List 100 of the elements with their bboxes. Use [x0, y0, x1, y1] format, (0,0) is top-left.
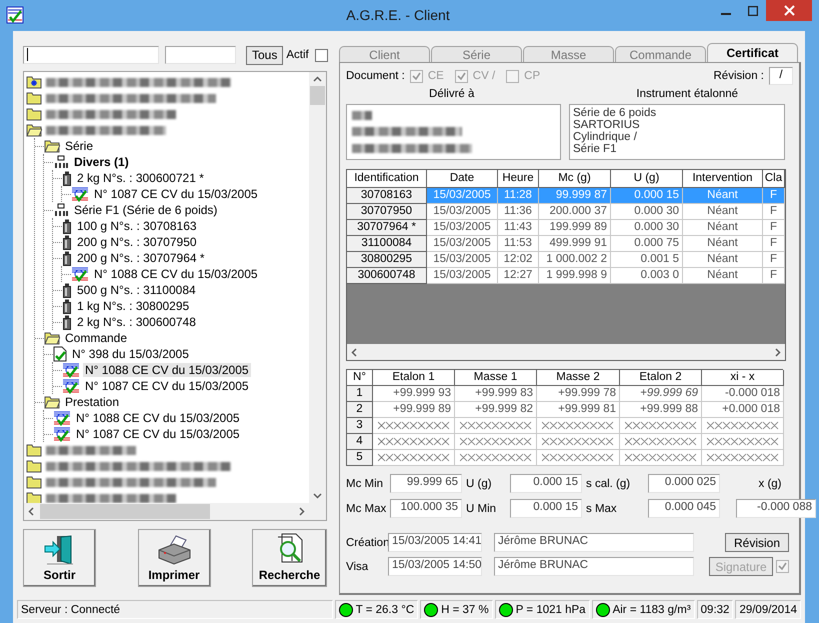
close-icon[interactable] — [784, 5, 794, 16]
table-cell[interactable]: 200.000 37 — [539, 204, 611, 220]
column-header[interactable]: Intervention — [683, 170, 763, 188]
mc-min-field[interactable]: 99.999 65 — [390, 474, 462, 493]
table-cell[interactable]: Néant — [683, 220, 763, 236]
column-header[interactable]: Cla — [763, 170, 785, 188]
table-cell[interactable]: 15/03/2005 — [427, 268, 498, 284]
table-cell[interactable]: 30707950 — [347, 204, 427, 220]
tree-item[interactable]: 200 g N°s. : 30707950 — [75, 235, 199, 249]
u-min-field[interactable]: 0.000 15 — [510, 499, 582, 518]
table-cell[interactable]: 15/03/2005 — [427, 236, 498, 252]
instrument-box[interactable]: Série de 6 poids SARTORIUS Cylindrique / Série F1 — [569, 104, 785, 160]
toolbar-button[interactable]: Recherche — [252, 529, 327, 587]
document-checkbox[interactable] — [454, 70, 468, 82]
tree-item[interactable]: N° 1087 CE CV du 15/03/2005 — [92, 187, 260, 201]
table-cell[interactable]: 12:27 — [498, 268, 539, 284]
table-cell[interactable]: 0.001 5 — [611, 252, 683, 268]
table-cell[interactable]: 15/03/2005 — [427, 220, 498, 236]
table-cell[interactable]: 30708163 — [347, 188, 427, 204]
table-cell[interactable]: F — [763, 252, 785, 268]
revision-button[interactable]: Révision — [725, 533, 789, 552]
tree-item[interactable]: 100 g N°s. : 30708163 — [75, 219, 199, 233]
search-field[interactable] — [23, 46, 159, 64]
tree-item[interactable]: N° 1087 CE CV du 15/03/2005 — [83, 379, 251, 393]
table-cell[interactable]: 11:36 — [498, 204, 539, 220]
table-cell[interactable]: 1 999.998 9 — [539, 268, 611, 284]
table-cell[interactable]: 0.000 75 — [611, 236, 683, 252]
table-cell[interactable]: 11:53 — [498, 236, 539, 252]
table-cell[interactable]: F — [763, 268, 785, 284]
table-cell[interactable]: 31100084 — [347, 236, 427, 252]
code-field[interactable] — [165, 46, 236, 64]
table-cell[interactable]: Néant — [683, 268, 763, 284]
tree-item[interactable]: N° 1088 CE CV du 15/03/2005 — [83, 363, 251, 377]
table-cell[interactable]: Néant — [683, 236, 763, 252]
tab[interactable]: Client — [339, 46, 430, 62]
tree-item[interactable]: 500 g N°s. : 31100084 — [75, 283, 198, 297]
table-cell[interactable]: 15/03/2005 — [427, 204, 498, 220]
scroll-down-icon[interactable] — [313, 491, 322, 500]
close-button[interactable] — [766, 0, 812, 21]
document-checkbox[interactable] — [506, 70, 520, 82]
tree-item[interactable]: Série F1 (Série de 6 poids) — [72, 203, 220, 217]
active-checkbox[interactable] — [314, 48, 328, 62]
tree-item[interactable]: N° 1087 CE CV du 15/03/2005 — [74, 427, 242, 441]
tree-item[interactable]: N° 398 du 15/03/2005 — [70, 347, 191, 361]
scroll-up-icon[interactable] — [313, 75, 322, 84]
column-header[interactable]: Identification — [347, 170, 427, 188]
column-header[interactable]: Heure — [498, 170, 539, 188]
tree-item[interactable]: Commande — [63, 331, 130, 345]
scrollbar-thumb[interactable] — [40, 504, 210, 519]
tree-item[interactable]: 200 g N°s. : 30707964 * — [75, 251, 207, 265]
s-cal-field[interactable]: 0.000 025 — [648, 474, 720, 493]
name-field[interactable]: Jérôme BRUNAC — [494, 533, 694, 552]
column-header[interactable]: U (g) — [611, 170, 683, 188]
tab[interactable]: Certificat — [707, 43, 798, 62]
tree-item[interactable]: Prestation — [63, 395, 122, 409]
tree-item[interactable]: Divers (1) — [72, 155, 131, 169]
scroll-right-icon[interactable] — [297, 507, 306, 516]
signed-checkbox[interactable] — [776, 560, 789, 573]
table-cell[interactable]: 30707964 * — [347, 220, 427, 236]
table-cell[interactable]: Néant — [683, 204, 763, 220]
revision-field[interactable]: / — [769, 67, 793, 85]
table-cell[interactable]: 12:02 — [498, 252, 539, 268]
tree-item[interactable]: 1 kg N°s. : 30800295 — [75, 299, 192, 313]
tree-item[interactable]: 2 kg N°s. : 300600748 — [75, 315, 198, 329]
scroll-left-icon[interactable] — [350, 348, 359, 356]
toolbar-button[interactable]: Imprimer — [138, 529, 210, 587]
x-field[interactable]: -0.000 088 — [736, 499, 816, 518]
table-cell[interactable]: 300600748 — [347, 268, 427, 284]
mc-max-field[interactable]: 100.000 35 — [390, 499, 462, 518]
tab[interactable]: Commande — [615, 46, 706, 62]
column-header[interactable]: Mc (g) — [539, 170, 611, 188]
vertical-scrollbar[interactable] — [309, 72, 326, 503]
table-cell[interactable]: Néant — [683, 252, 763, 268]
horizontal-scrollbar[interactable] — [24, 503, 309, 520]
table-cell[interactable]: F — [763, 220, 785, 236]
date-field[interactable]: 15/03/2005 14:50 — [388, 557, 482, 576]
document-checkbox[interactable] — [410, 70, 423, 82]
tab[interactable]: Masse — [523, 46, 614, 62]
scrollbar-thumb[interactable] — [310, 86, 325, 105]
date-field[interactable]: 15/03/2005 14:41 — [388, 533, 482, 552]
toolbar-button[interactable]: Sortir — [23, 529, 96, 587]
delivered-to-box[interactable] — [346, 104, 561, 160]
horizontal-scrollbar[interactable] — [347, 344, 785, 360]
table-cell[interactable]: 199.999 89 — [539, 220, 611, 236]
table-cell[interactable]: F — [763, 236, 785, 252]
table-cell[interactable]: 499.999 91 — [539, 236, 611, 252]
table-cell[interactable]: 1 000.002 2 — [539, 252, 611, 268]
table-cell[interactable]: F — [763, 204, 785, 220]
table-cell[interactable]: 0.000 30 — [611, 220, 683, 236]
table-cell[interactable]: 11:43 — [498, 220, 539, 236]
name-field[interactable]: Jérôme BRUNAC — [494, 557, 694, 576]
scroll-left-icon[interactable] — [27, 507, 36, 516]
tree-item[interactable]: N° 1088 CE CV du 15/03/2005 — [74, 411, 242, 425]
table-cell[interactable]: 0.003 0 — [611, 268, 683, 284]
table-cell[interactable]: 30800295 — [347, 252, 427, 268]
tree-item[interactable]: 2 kg N°s. : 300600721 * — [75, 171, 206, 185]
table-cell[interactable]: 0.000 30 — [611, 204, 683, 220]
u-field[interactable]: 0.000 15 — [510, 474, 582, 493]
tree-item[interactable]: Série — [63, 139, 96, 153]
table-cell[interactable]: 15/03/2005 — [427, 252, 498, 268]
